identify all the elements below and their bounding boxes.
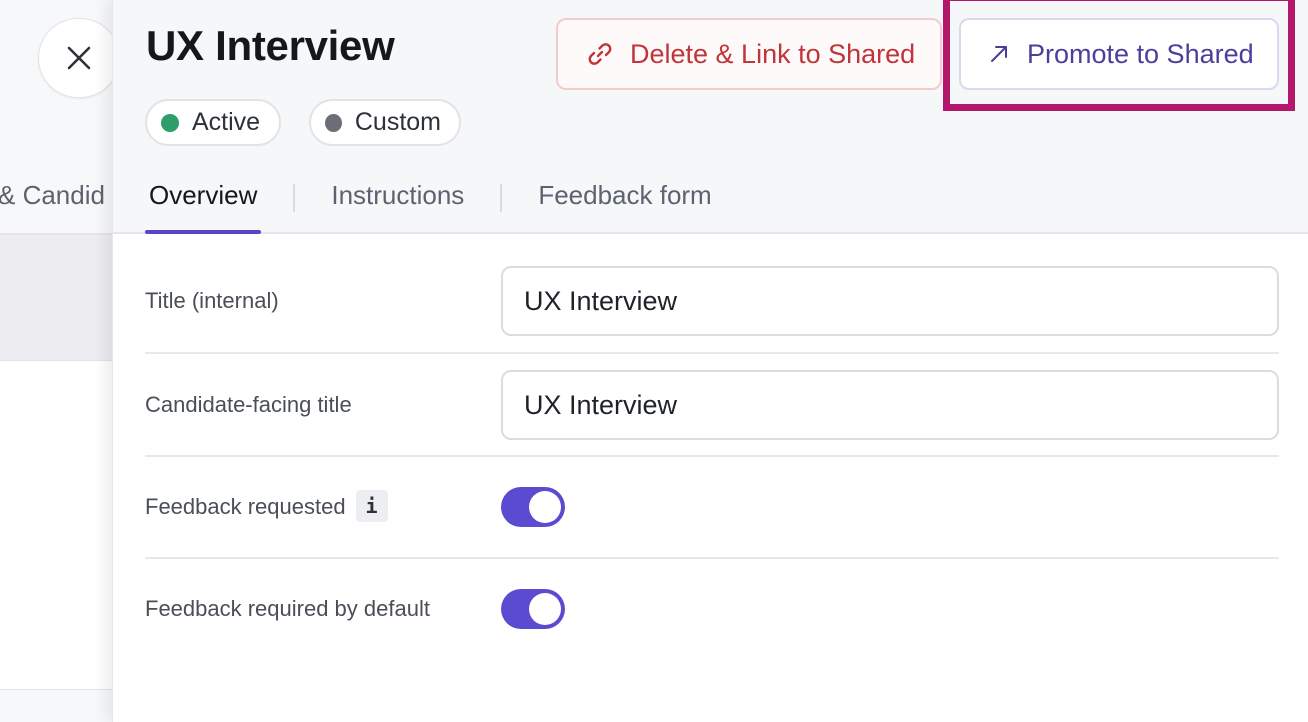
tab-separator bbox=[293, 184, 296, 212]
drawer-header: UX Interview Active Custom Delete & Link… bbox=[113, 0, 1308, 234]
promote-to-shared-button[interactable]: Promote to Shared bbox=[959, 18, 1279, 90]
title-internal-input[interactable]: UX Interview bbox=[501, 266, 1279, 336]
type-badge-custom: Custom bbox=[309, 99, 461, 146]
close-drawer-button[interactable] bbox=[38, 18, 112, 98]
background-row bbox=[0, 235, 112, 360]
divider bbox=[145, 455, 1279, 457]
feedback-requested-label: Feedback requested bbox=[145, 493, 346, 519]
feedback-required-label: Feedback required by default bbox=[145, 596, 430, 621]
link-icon bbox=[588, 43, 612, 65]
status-badge-active: Active bbox=[145, 99, 281, 146]
tab-feedback-form[interactable]: Feedback form bbox=[534, 170, 715, 234]
candidate-title-label: Candidate-facing title bbox=[145, 392, 352, 417]
candidate-title-input[interactable]: UX Interview bbox=[501, 370, 1279, 440]
tab-bar: Overview Instructions Feedback form bbox=[145, 170, 716, 234]
toggle-knob bbox=[529, 593, 561, 625]
background-page: & Candid bbox=[0, 0, 112, 722]
background-tab-label[interactable]: & Candid bbox=[0, 180, 105, 211]
arrow-up-right-icon bbox=[991, 46, 1007, 62]
status-badge-label: Active bbox=[192, 108, 261, 136]
divider bbox=[145, 352, 1279, 354]
tab-overview[interactable]: Overview bbox=[145, 170, 262, 234]
type-badge-label: Custom bbox=[354, 108, 441, 136]
feedback-requested-toggle[interactable] bbox=[501, 487, 565, 527]
tab-separator bbox=[500, 184, 503, 212]
promote-to-shared-label: Promote to Shared bbox=[1027, 38, 1254, 69]
divider bbox=[145, 557, 1279, 559]
feedback-required-toggle[interactable] bbox=[501, 589, 565, 629]
close-icon bbox=[67, 46, 91, 70]
status-dot bbox=[325, 113, 342, 132]
background-row bbox=[0, 361, 112, 689]
toggle-knob bbox=[529, 491, 561, 523]
title-internal-label: Title (internal) bbox=[145, 288, 279, 313]
delete-and-link-label: Delete & Link to Shared bbox=[630, 38, 916, 69]
divider bbox=[0, 689, 112, 690]
interview-drawer: UX Interview Active Custom Delete & Link… bbox=[112, 0, 1308, 722]
status-dot bbox=[161, 113, 179, 132]
tab-instructions[interactable]: Instructions bbox=[327, 170, 468, 234]
page-title: UX Interview bbox=[146, 22, 395, 69]
info-icon[interactable]: i bbox=[355, 490, 388, 522]
delete-and-link-button[interactable]: Delete & Link to Shared bbox=[556, 18, 942, 90]
feedback-requested-label-group: Feedback requested i bbox=[145, 490, 388, 524]
